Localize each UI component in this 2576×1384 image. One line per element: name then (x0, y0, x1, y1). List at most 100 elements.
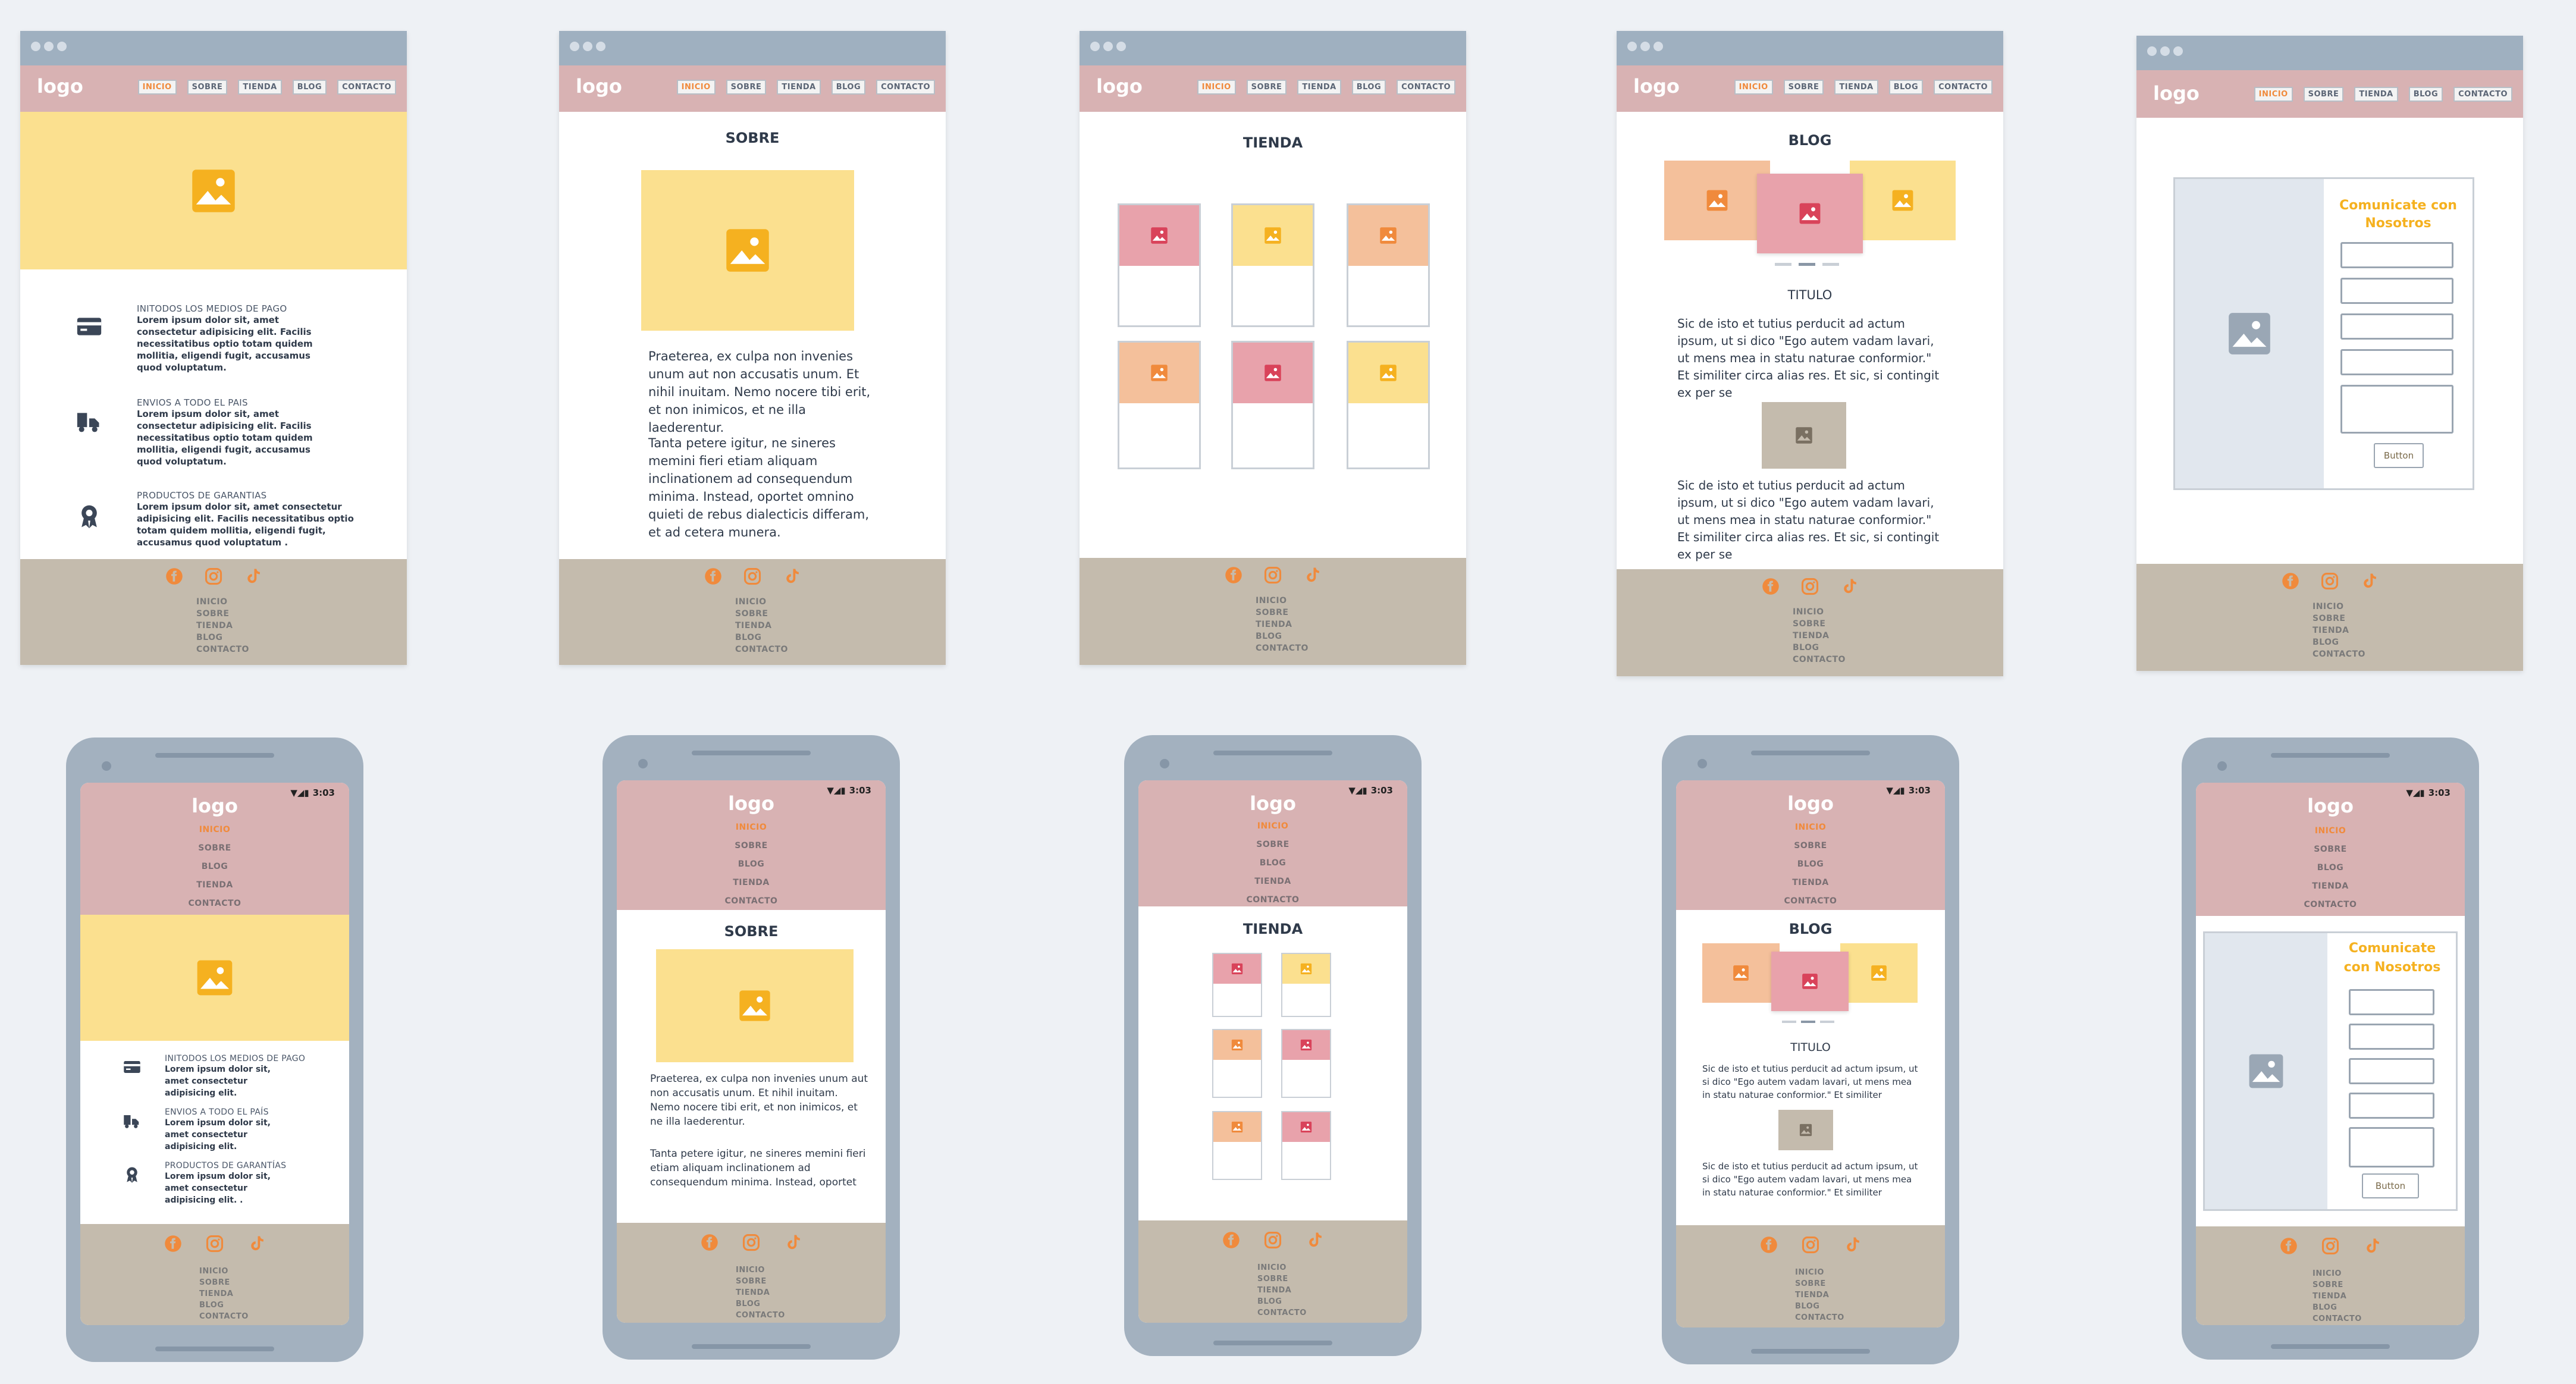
main-nav: INICIO SOBRE TIENDA BLOG CONTACTO (137, 80, 396, 95)
contact-field-2[interactable] (2349, 1024, 2434, 1050)
nav-sobre[interactable]: SOBRE (187, 80, 228, 95)
nav-tienda[interactable]: TIENDA (238, 80, 282, 95)
nav-inicio[interactable]: INICIO (676, 80, 716, 95)
image-icon (739, 990, 770, 1021)
carousel-slide-active[interactable] (1757, 174, 1863, 253)
instagram-icon[interactable] (2321, 572, 2339, 590)
product-card[interactable] (1281, 1111, 1331, 1180)
logo[interactable]: logo (37, 75, 83, 98)
facebook-icon[interactable] (2282, 572, 2299, 590)
logo[interactable]: logo (1096, 75, 1143, 98)
carousel-dots[interactable] (1782, 1021, 1834, 1023)
contact-field-2[interactable] (2340, 278, 2453, 304)
tiktok-icon[interactable] (783, 567, 801, 585)
nav-inicio[interactable]: INICIO (1734, 80, 1773, 95)
nav-inicio[interactable]: INICIO (137, 80, 177, 95)
instagram-icon[interactable] (1802, 1236, 1819, 1254)
tiktok-icon[interactable] (1840, 578, 1858, 595)
nav-sobre[interactable]: SOBRE (1783, 80, 1824, 95)
nav-sobre[interactable]: SOBRE (726, 80, 767, 95)
product-card[interactable] (1212, 1029, 1262, 1098)
facebook-icon[interactable] (704, 567, 722, 585)
instagram-icon[interactable] (1264, 566, 1282, 584)
tiktok-icon[interactable] (1303, 566, 1321, 584)
nav-contacto[interactable]: CONTACTO (1397, 80, 1455, 95)
site-footer: INICIO SOBRE TIENDA BLOG CONTACTO (2136, 564, 2523, 671)
product-card[interactable] (1347, 341, 1430, 469)
product-card[interactable] (1281, 953, 1331, 1017)
nav-sobre[interactable]: SOBRE (1246, 80, 1287, 95)
product-card[interactable] (1347, 203, 1430, 327)
product-card[interactable] (1231, 341, 1314, 469)
logo[interactable]: logo (1633, 75, 1680, 98)
logo[interactable]: logo (1676, 792, 1945, 815)
tiktok-icon[interactable] (1843, 1236, 1861, 1254)
instagram-icon[interactable] (206, 1235, 224, 1253)
logo[interactable]: logo (1138, 792, 1407, 815)
carousel-dots[interactable] (1775, 263, 1839, 266)
tiktok-icon[interactable] (2363, 1237, 2381, 1255)
nav-blog[interactable]: BLOG (292, 80, 327, 95)
product-card[interactable] (1212, 953, 1262, 1017)
contact-message[interactable] (2349, 1127, 2434, 1168)
contact-field-3[interactable] (2340, 313, 2453, 340)
feature-warranty: PRODUCTOS DE GARANTÍAS Lorem ipsum dolor … (123, 1161, 337, 1206)
contact-field-1[interactable] (2349, 989, 2434, 1015)
contact-field-3[interactable] (2349, 1058, 2434, 1084)
facebook-icon[interactable] (1225, 566, 1242, 584)
tiktok-icon[interactable] (244, 567, 262, 585)
submit-button[interactable]: Button (2362, 1173, 2419, 1198)
nav-contacto[interactable]: CONTACTO (2453, 87, 2512, 102)
nav-blog[interactable]: BLOG (2408, 87, 2443, 102)
instagram-icon[interactable] (742, 1234, 760, 1251)
tiktok-icon[interactable] (2360, 572, 2378, 590)
instagram-icon[interactable] (743, 567, 761, 585)
product-card[interactable] (1231, 203, 1314, 327)
instagram-icon[interactable] (1264, 1231, 1282, 1249)
instagram-icon[interactable] (1801, 578, 1819, 595)
contact-field-4[interactable] (2340, 349, 2453, 375)
facebook-icon[interactable] (1762, 578, 1780, 595)
submit-button[interactable]: Button (2374, 443, 2424, 468)
nav-contacto[interactable]: CONTACTO (1934, 80, 1993, 95)
product-card[interactable] (1281, 1029, 1331, 1098)
nav-blog[interactable]: BLOG (831, 80, 866, 95)
logo[interactable]: logo (80, 795, 349, 817)
logo[interactable]: logo (617, 792, 886, 815)
product-card[interactable] (1118, 203, 1201, 327)
nav-blog[interactable]: BLOG (1888, 80, 1924, 95)
nav-inicio[interactable]: INICIO (2254, 87, 2293, 102)
contact-field-1[interactable] (2340, 242, 2453, 268)
nav-tienda[interactable]: TIENDA (1834, 80, 1878, 95)
tiktok-icon[interactable] (1306, 1231, 1323, 1249)
hero-image (80, 915, 349, 1041)
nav-tienda[interactable]: TIENDA (2354, 87, 2398, 102)
facebook-icon[interactable] (701, 1234, 718, 1251)
facebook-icon[interactable] (165, 567, 183, 585)
product-card[interactable] (1118, 341, 1201, 469)
facebook-icon[interactable] (1760, 1236, 1778, 1254)
logo[interactable]: logo (576, 75, 622, 98)
nav-tienda[interactable]: TIENDA (1297, 80, 1341, 95)
instagram-icon[interactable] (2321, 1237, 2339, 1255)
nav-inicio[interactable]: INICIO (1197, 80, 1236, 95)
logo[interactable]: logo (2153, 82, 2200, 105)
tiktok-icon[interactable] (247, 1235, 265, 1253)
social-links (1762, 578, 1858, 595)
nav-tienda[interactable]: TIENDA (777, 80, 821, 95)
logo[interactable]: logo (2196, 795, 2465, 817)
image-icon (1231, 1039, 1243, 1051)
tiktok-icon[interactable] (784, 1234, 802, 1251)
contact-message[interactable] (2340, 385, 2453, 434)
carousel-slide-active[interactable] (1771, 952, 1849, 1011)
nav-contacto[interactable]: CONTACTO (876, 80, 935, 95)
facebook-icon[interactable] (1222, 1231, 1240, 1249)
product-card[interactable] (1212, 1111, 1262, 1180)
instagram-icon[interactable] (205, 567, 222, 585)
contact-field-4[interactable] (2349, 1093, 2434, 1119)
nav-sobre[interactable]: SOBRE (2303, 87, 2344, 102)
facebook-icon[interactable] (2280, 1237, 2298, 1255)
nav-contacto[interactable]: CONTACTO (337, 80, 396, 95)
facebook-icon[interactable] (164, 1235, 182, 1253)
nav-blog[interactable]: BLOG (1351, 80, 1386, 95)
